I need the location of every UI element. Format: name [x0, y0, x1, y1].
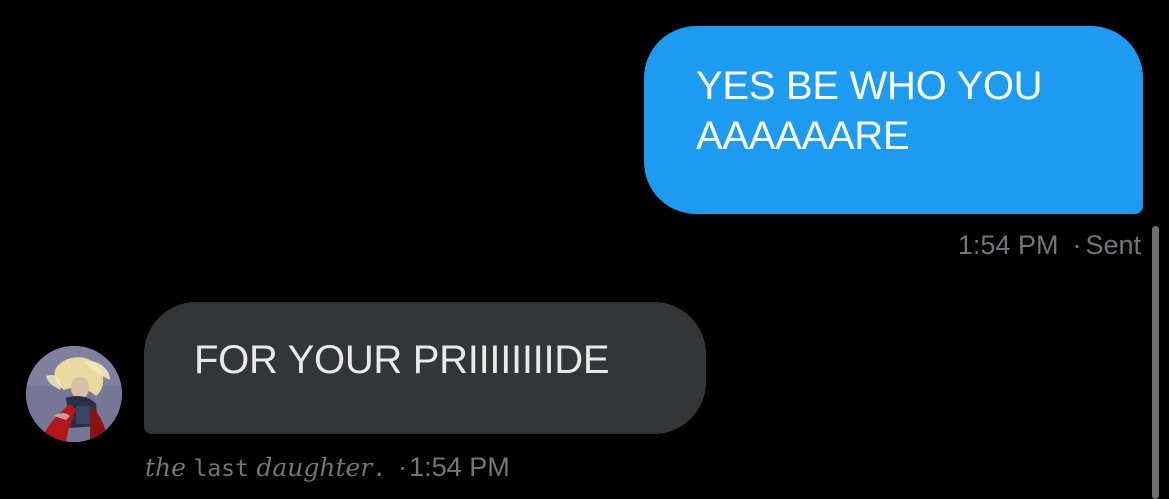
received-message-meta: the last daughter. ·1:54 PM	[145, 450, 510, 486]
sent-message-time: 1:54 PM	[957, 230, 1059, 260]
sender-name-part-3: daughter	[256, 453, 373, 482]
received-message-text: FOR YOUR PRIIIIIIIIDE	[194, 338, 610, 382]
sender-name-part-1: the	[145, 453, 186, 482]
meta-separator: ·	[398, 452, 408, 482]
meta-separator: ·	[1072, 230, 1082, 260]
sent-message-line-1: YES BE WHO YOU	[696, 64, 1043, 108]
sender-name[interactable]: the last daughter.	[145, 452, 386, 482]
sent-message-meta: 1:54 PM · Sent	[958, 228, 1141, 262]
sent-message-bubble[interactable]: YES BE WHO YOU AAAAAARE	[644, 26, 1143, 214]
received-message-bubble[interactable]: FOR YOUR PRIIIIIIIIDE	[144, 302, 706, 434]
sender-name-part-2: last	[193, 456, 249, 482]
sender-name-part-4: .	[372, 456, 387, 482]
avatar[interactable]	[26, 346, 122, 442]
received-message-time: 1:54 PM	[409, 452, 510, 482]
sent-message-line-2: AAAAAARE	[696, 113, 910, 158]
scrollbar[interactable]	[1152, 226, 1159, 499]
sent-message-text: YES BE WHO YOU AAAAAARE	[696, 62, 1103, 161]
avatar-image	[26, 346, 122, 442]
sent-status: Sent	[1085, 230, 1141, 260]
